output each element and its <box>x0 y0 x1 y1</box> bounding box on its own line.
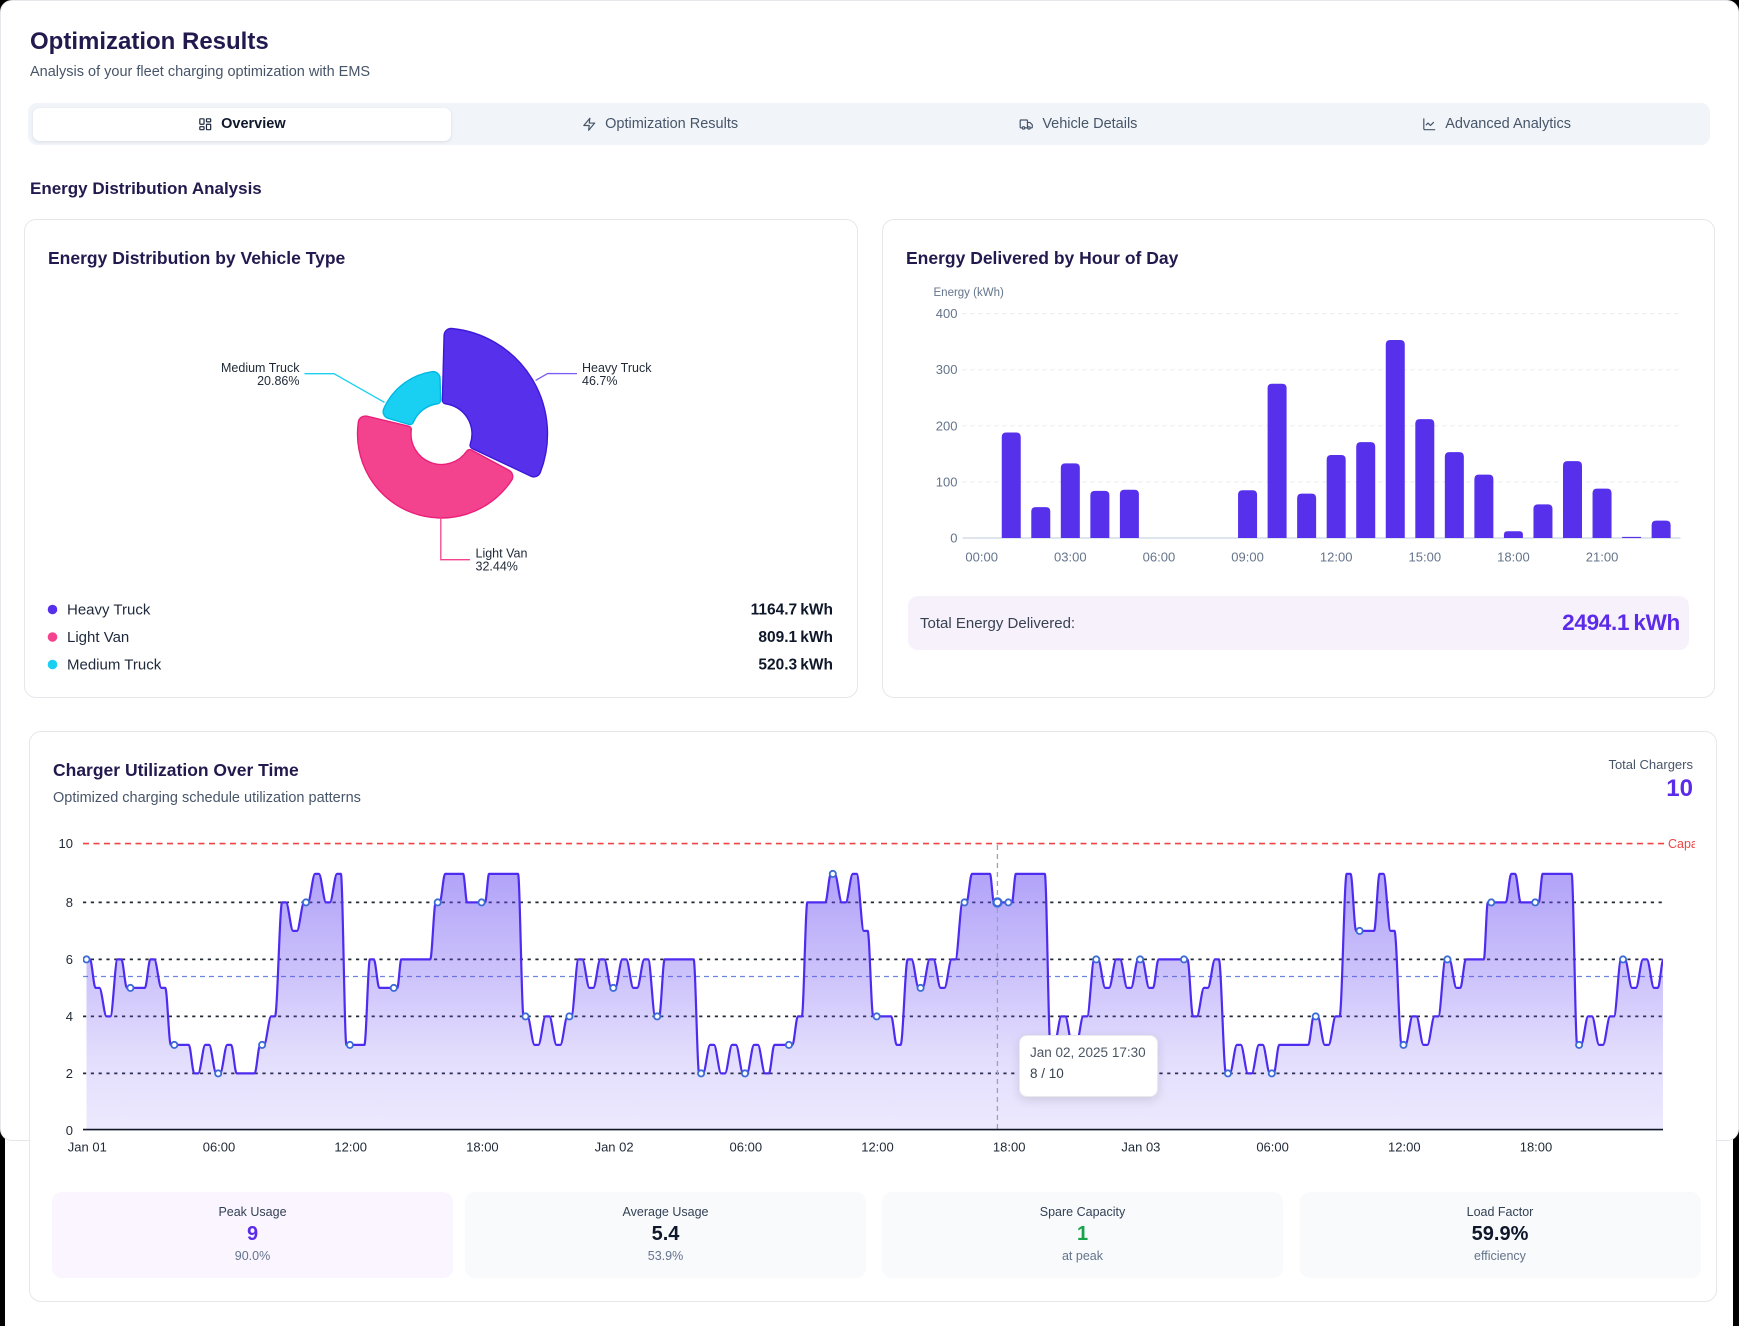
svg-text:520.3 kWh: 520.3 kWh <box>758 657 833 674</box>
svg-text:4: 4 <box>66 1009 73 1024</box>
svg-text:06:00: 06:00 <box>203 1140 236 1155</box>
svg-text:18:00: 18:00 <box>466 1140 499 1155</box>
svg-text:100: 100 <box>935 474 957 489</box>
svg-text:12:00: 12:00 <box>1388 1140 1421 1155</box>
svg-text:46.7%: 46.7% <box>582 374 617 388</box>
svg-text:12:00: 12:00 <box>334 1140 367 1155</box>
svg-text:18:00: 18:00 <box>993 1140 1026 1155</box>
svg-text:200: 200 <box>935 418 957 433</box>
svg-text:809.1 kWh: 809.1 kWh <box>758 629 833 646</box>
svg-text:06:00: 06:00 <box>1256 1140 1289 1155</box>
svg-text:2: 2 <box>66 1066 73 1081</box>
svg-text:18:00: 18:00 <box>1520 1140 1553 1155</box>
svg-text:Energy (kWh): Energy (kWh) <box>933 287 1003 299</box>
svg-text:0: 0 <box>66 1123 73 1138</box>
svg-text:00:00: 00:00 <box>965 550 998 565</box>
svg-text:Jan 03: Jan 03 <box>1121 1140 1160 1155</box>
svg-text:20.86%: 20.86% <box>257 374 299 388</box>
svg-text:Medium Truck: Medium Truck <box>67 657 162 674</box>
svg-text:21:00: 21:00 <box>1585 550 1618 565</box>
svg-text:Jan 01: Jan 01 <box>68 1140 107 1155</box>
svg-text:6: 6 <box>66 952 73 967</box>
svg-text:03:00: 03:00 <box>1054 550 1087 565</box>
svg-text:400: 400 <box>935 306 957 321</box>
svg-text:06:00: 06:00 <box>1142 550 1175 565</box>
svg-text:Light Van: Light Van <box>67 629 129 646</box>
svg-text:12:00: 12:00 <box>1319 550 1352 565</box>
svg-text:Capacity: Capacity <box>1668 837 1714 851</box>
svg-text:0: 0 <box>950 531 957 546</box>
svg-text:18:00: 18:00 <box>1497 550 1530 565</box>
svg-text:1164.7 kWh: 1164.7 kWh <box>751 602 833 619</box>
svg-text:09:00: 09:00 <box>1231 550 1264 565</box>
svg-text:12:00: 12:00 <box>861 1140 894 1155</box>
svg-text:300: 300 <box>935 362 957 377</box>
svg-text:8: 8 <box>66 895 73 910</box>
svg-text:Jan 02: Jan 02 <box>595 1140 634 1155</box>
svg-text:Heavy Truck: Heavy Truck <box>67 602 151 619</box>
svg-text:06:00: 06:00 <box>730 1140 763 1155</box>
svg-text:32.44%: 32.44% <box>476 559 518 573</box>
svg-text:15:00: 15:00 <box>1408 550 1441 565</box>
svg-text:10: 10 <box>59 836 73 851</box>
